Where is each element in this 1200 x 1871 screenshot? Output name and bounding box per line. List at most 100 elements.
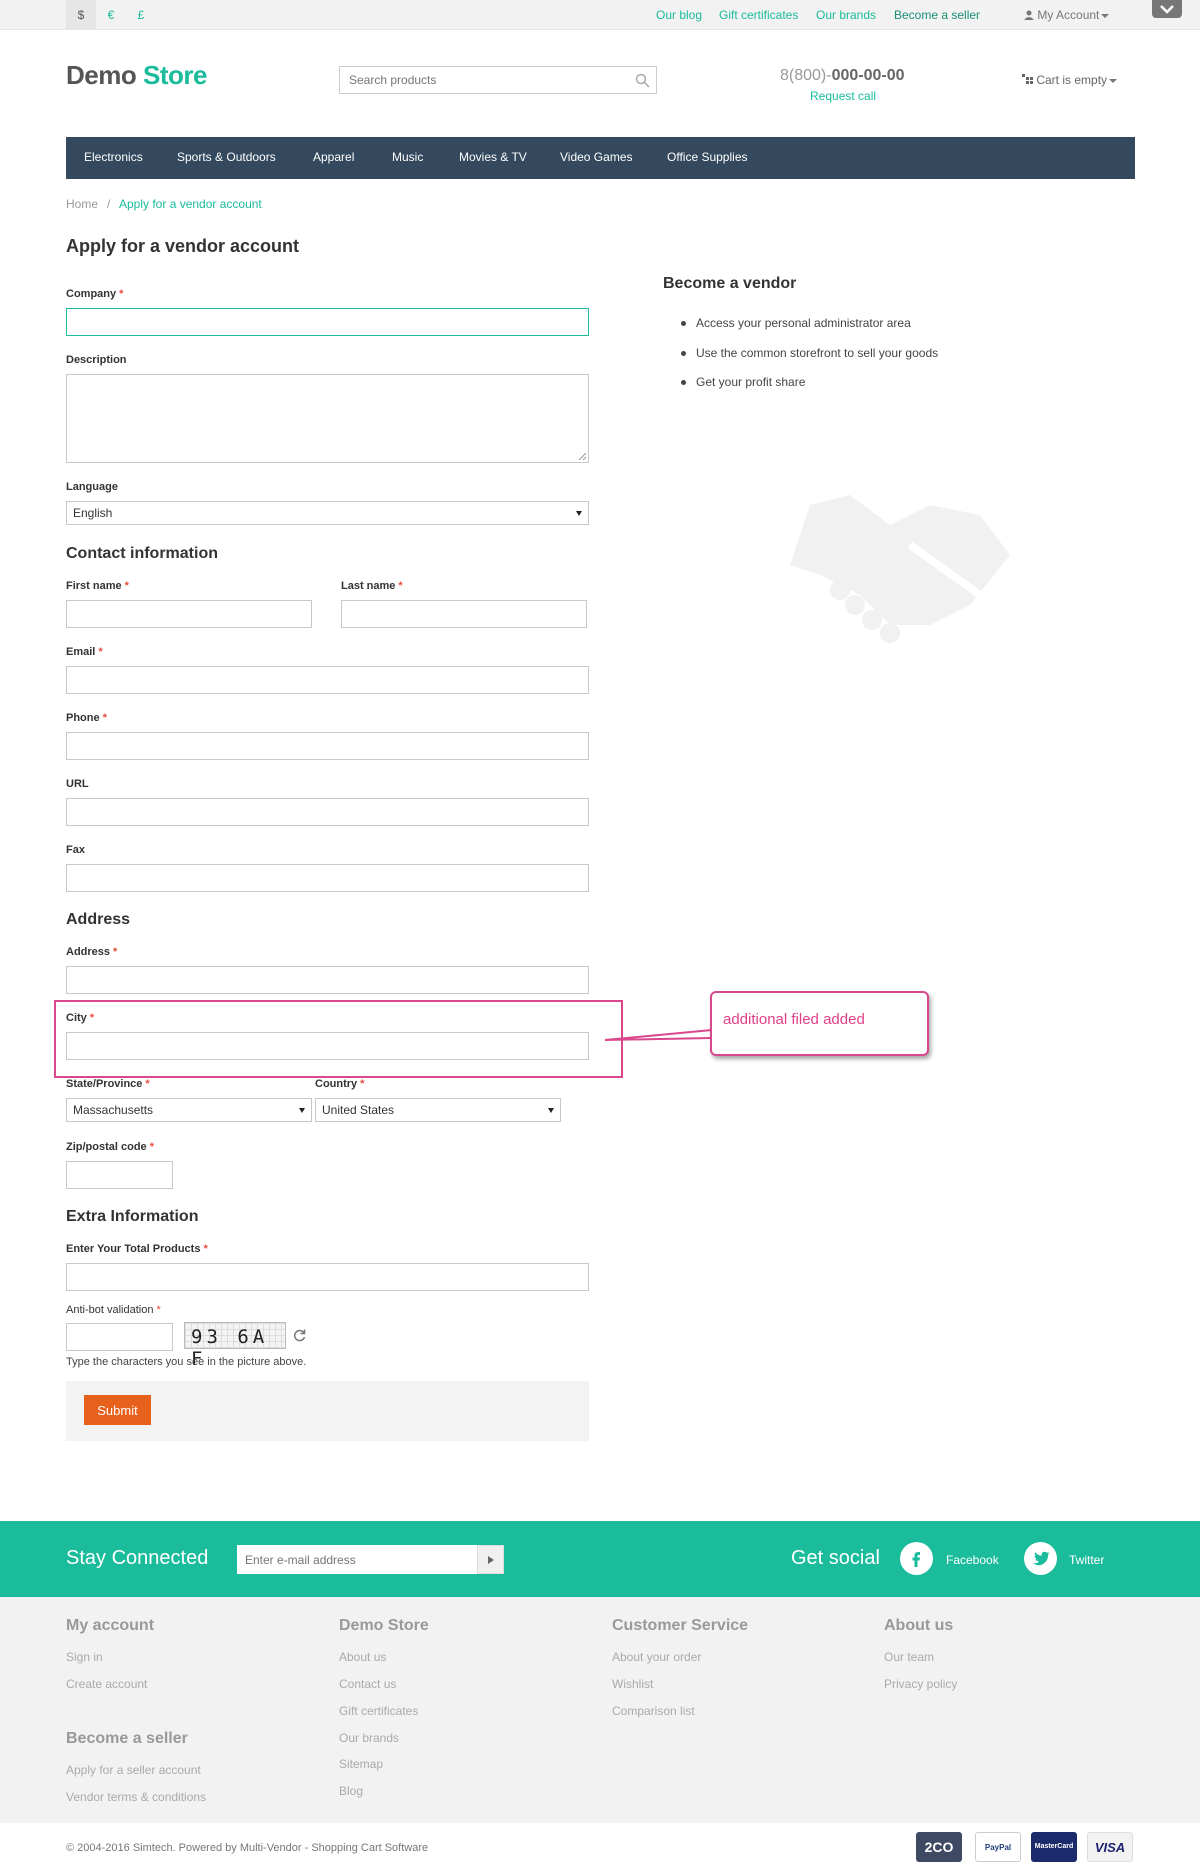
url-label: URL [66, 778, 89, 790]
footer-link-privacy-policy[interactable]: Privacy policy [884, 1677, 957, 1691]
antibot-label: Anti-bot validation * [66, 1304, 161, 1316]
my-account-label: My Account [1037, 8, 1100, 22]
last-name-input[interactable] [341, 600, 587, 628]
url-input[interactable] [66, 798, 589, 826]
zip-label: Zip/postal code * [66, 1141, 154, 1153]
footer-link-about-order[interactable]: About your order [612, 1650, 701, 1664]
cart-icon [1022, 74, 1033, 84]
twitter-icon[interactable] [1024, 1542, 1057, 1575]
address-input[interactable] [66, 966, 589, 994]
footer-link-sitemap[interactable]: Sitemap [339, 1757, 383, 1771]
email-input[interactable] [66, 666, 589, 694]
footer-link-about-us[interactable]: About us [339, 1650, 386, 1664]
search-icon[interactable] [635, 73, 650, 88]
footer-link-wishlist[interactable]: Wishlist [612, 1677, 653, 1691]
page-title: Apply for a vendor account [66, 236, 300, 256]
resize-grip-icon[interactable] [578, 452, 587, 461]
company-label: Company * [66, 288, 124, 300]
my-account-menu[interactable]: My Account [1024, 8, 1110, 22]
nav-apparel[interactable]: Apparel [313, 150, 354, 164]
search-input[interactable] [340, 67, 620, 93]
currency-gbp[interactable]: £ [126, 0, 156, 30]
footer-link-sign-in[interactable]: Sign in [66, 1650, 103, 1664]
footer-heading-customer-service: Customer Service [612, 1617, 749, 1634]
captcha-input[interactable] [66, 1323, 173, 1351]
nav-sports-outdoors[interactable]: Sports & Outdoors [177, 150, 276, 164]
address-label: Address * [66, 946, 118, 958]
request-call-link[interactable]: Request call [810, 89, 876, 103]
currency-usd[interactable]: $ [66, 0, 96, 30]
form-buttons: Submit [66, 1381, 589, 1441]
facebook-icon[interactable] [900, 1542, 933, 1575]
state-select[interactable]: Massachusetts [66, 1098, 312, 1122]
link-our-brands[interactable]: Our brands [816, 8, 876, 22]
breadcrumb-current: Apply for a vendor account [119, 197, 262, 211]
email-label: Email * [66, 646, 103, 658]
phone-input[interactable] [66, 732, 589, 760]
footer-heading-my-account: My account [66, 1617, 155, 1634]
link-gift-certificates[interactable]: Gift certificates [719, 8, 798, 22]
cart-label: Cart is empty [1036, 73, 1108, 87]
nav-office-supplies[interactable]: Office Supplies [667, 150, 748, 164]
link-our-blog[interactable]: Our blog [656, 8, 702, 22]
extra-heading: Extra Information [66, 1208, 199, 1225]
language-value: English [73, 506, 113, 520]
company-input[interactable] [66, 308, 589, 336]
captcha-hint: Type the characters you see in the pictu… [66, 1356, 307, 1368]
country-select[interactable]: United States [315, 1098, 561, 1122]
footer: My account Sign in Create account Become… [0, 1597, 1200, 1823]
copyright: © 2004-2016 Simtech. Powered by Multi-Ve… [66, 1842, 429, 1854]
search-box [339, 66, 657, 94]
payment-paypal-icon: PayPal [975, 1832, 1021, 1862]
breadcrumb-separator: / [107, 197, 111, 211]
footer-link-our-brands[interactable]: Our brands [339, 1731, 399, 1745]
footer-link-create-account[interactable]: Create account [66, 1677, 147, 1691]
nav-electronics[interactable]: Electronics [84, 150, 143, 164]
breadcrumb-home[interactable]: Home [66, 197, 98, 211]
refresh-icon[interactable] [292, 1328, 307, 1343]
payment-visa-icon: VISA [1087, 1832, 1133, 1862]
nav-movies-tv[interactable]: Movies & TV [459, 150, 527, 164]
first-name-label: First name * [66, 580, 129, 592]
cart-menu[interactable]: Cart is empty [1022, 73, 1118, 87]
nav-music[interactable]: Music [392, 150, 423, 164]
user-icon [1024, 10, 1034, 20]
footer-link-contact-us[interactable]: Contact us [339, 1677, 396, 1691]
footer-heading-become-seller: Become a seller [66, 1730, 188, 1747]
collapse-toggle[interactable] [1152, 0, 1182, 18]
state-label: State/Province * [66, 1078, 150, 1090]
chevron-down-icon [1160, 5, 1174, 14]
total-products-label: Enter Your Total Products * [66, 1243, 208, 1255]
facebook-link[interactable]: Facebook [946, 1553, 999, 1567]
twitter-link[interactable]: Twitter [1069, 1553, 1104, 1567]
newsletter-email-input[interactable] [237, 1545, 477, 1574]
annotation-callout: additional filed added [710, 991, 929, 1056]
last-name-label: Last name * [341, 580, 403, 592]
footer-link-apply-seller[interactable]: Apply for a seller account [66, 1763, 201, 1777]
fax-input[interactable] [66, 864, 589, 892]
caret-down-icon [1101, 13, 1110, 18]
become-vendor-title: Become a vendor [663, 275, 797, 292]
footer-link-comparison-list[interactable]: Comparison list [612, 1704, 695, 1718]
link-become-seller[interactable]: Become a seller [894, 8, 980, 22]
country-label: Country * [315, 1078, 365, 1090]
footer-link-vendor-terms[interactable]: Vendor terms & conditions [66, 1790, 206, 1804]
language-select[interactable]: English [66, 501, 589, 525]
description-textarea[interactable] [66, 374, 589, 463]
benefit-item: Access your personal administrator area [681, 316, 911, 330]
currency-eur[interactable]: € [96, 0, 126, 30]
select-arrow-icon [576, 511, 582, 516]
zip-input[interactable] [66, 1161, 173, 1189]
annotation-highlight [54, 1000, 623, 1078]
store-logo[interactable]: Demo Store [66, 60, 207, 91]
nav-video-games[interactable]: Video Games [560, 150, 633, 164]
footer-link-gift-certificates[interactable]: Gift certificates [339, 1704, 418, 1718]
benefit-item: Use the common storefront to sell your g… [680, 346, 939, 360]
footer-link-our-team[interactable]: Our team [884, 1650, 934, 1664]
address-heading: Address [66, 911, 131, 928]
first-name-input[interactable] [66, 600, 312, 628]
footer-link-blog[interactable]: Blog [339, 1784, 363, 1798]
total-products-input[interactable] [66, 1263, 589, 1291]
submit-button[interactable]: Submit [84, 1395, 151, 1425]
newsletter-submit-button[interactable] [477, 1545, 504, 1574]
